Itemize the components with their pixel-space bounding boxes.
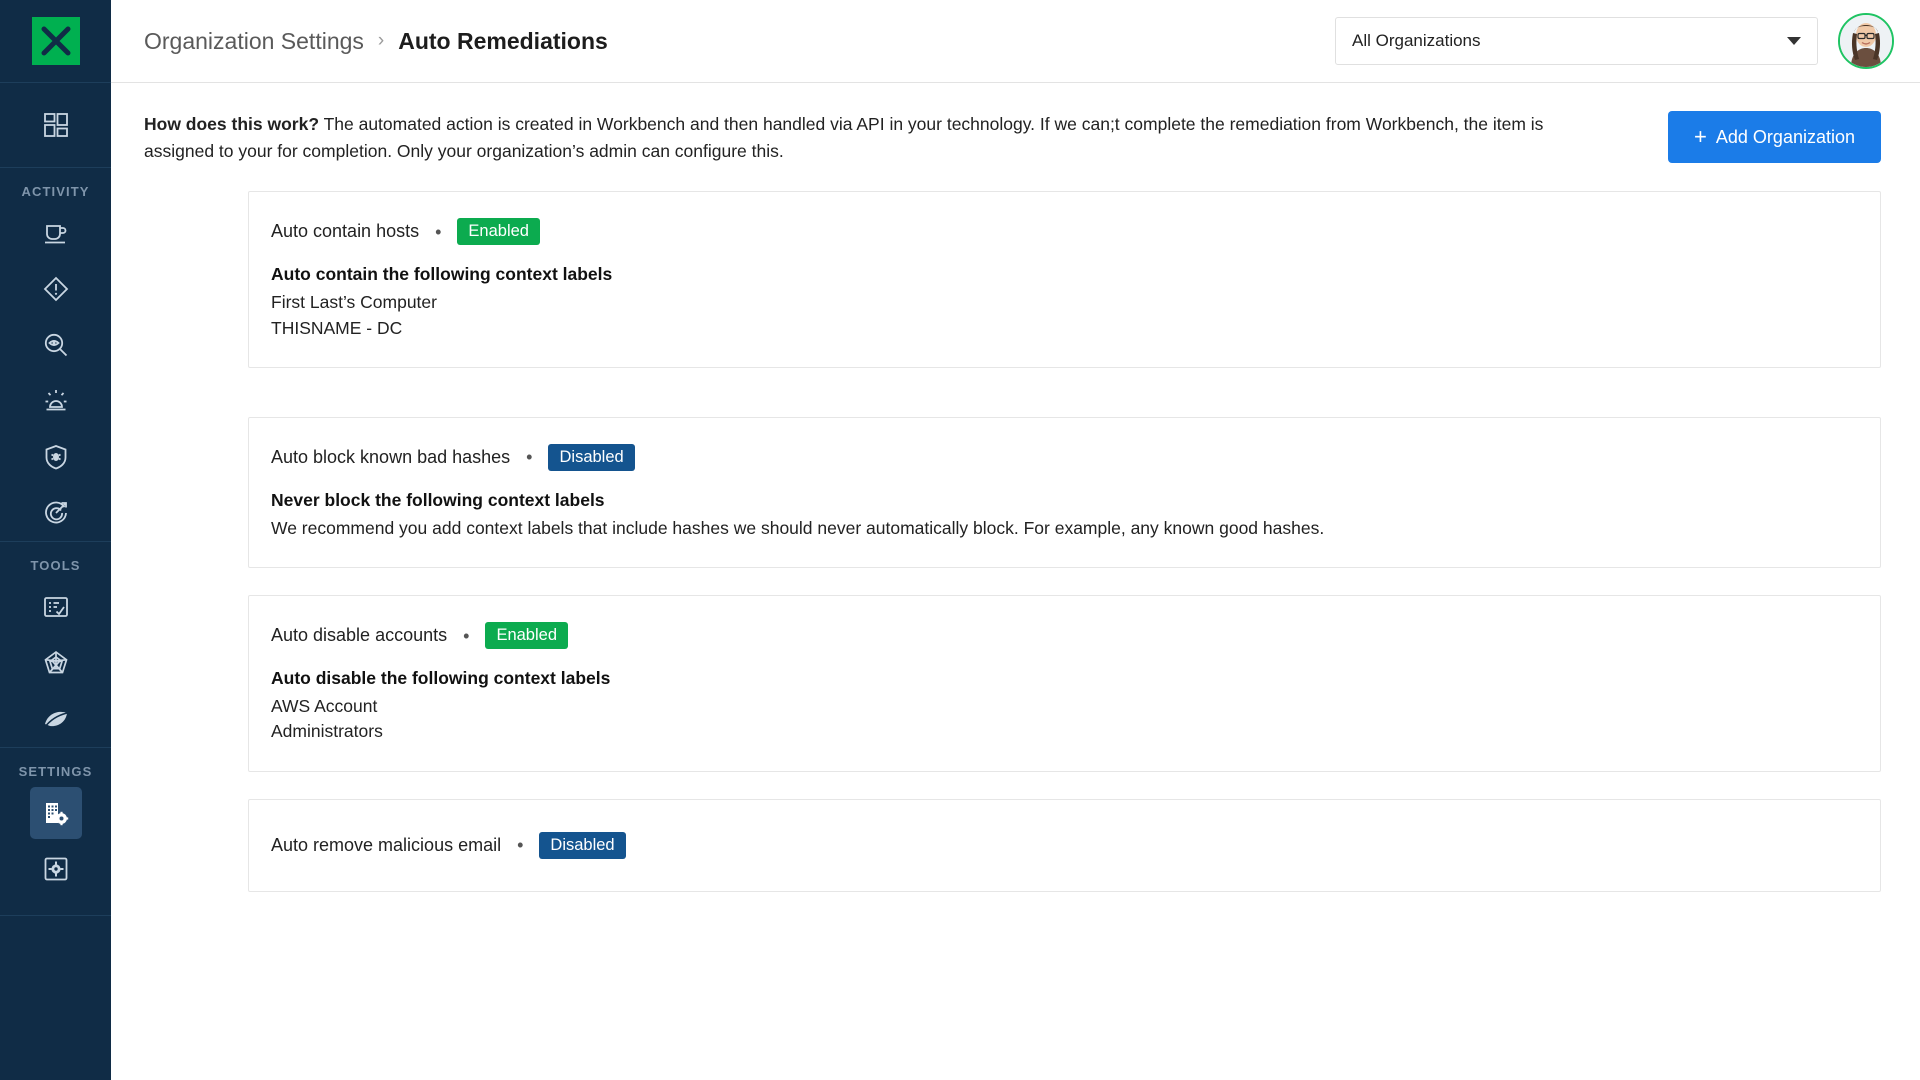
intro-row: How does this work? The automated action… — [111, 83, 1881, 165]
sidebar-item-alerts[interactable] — [30, 263, 82, 315]
card-body: Auto contain the following context label… — [271, 264, 1880, 340]
card-body-description: We recommend you add context labels that… — [271, 517, 1325, 538]
siren-icon — [42, 387, 70, 415]
sidebar-item-attack-surface[interactable] — [30, 637, 82, 689]
context-label-item: First Last’s Computer — [271, 292, 437, 313]
card-title: Auto disable accounts — [271, 625, 448, 646]
user-avatar[interactable] — [1838, 13, 1894, 69]
context-label-item: AWS Account — [271, 696, 378, 717]
card-header: Auto remove malicious email • Disabled — [271, 831, 1880, 859]
sidebar-section-label-settings: SETTINGS — [18, 764, 93, 779]
sidebar-item-malware[interactable] — [30, 431, 82, 483]
add-organization-label: Add Organization — [1715, 126, 1855, 147]
card-body-title: Never block the following context labels — [271, 489, 605, 510]
organization-selector-value: All Organizations — [1352, 31, 1481, 50]
page-title: Auto Remediations — [398, 27, 608, 54]
card-title: Auto contain hosts — [271, 221, 420, 242]
card-body-title: Auto disable the following context label… — [271, 668, 611, 689]
card-header: Auto contain hosts • Enabled — [271, 218, 1880, 246]
x-logo-icon — [31, 17, 80, 65]
sidebar-item-checklist[interactable] — [30, 581, 82, 633]
separator-dot-icon: • — [517, 835, 524, 856]
sidebar-section-label-activity: ACTIVITY — [21, 184, 90, 199]
chevron-down-icon — [1787, 37, 1801, 45]
sidebar-item-organization-settings[interactable] — [29, 787, 82, 839]
intro-lead: How does this work? — [144, 114, 320, 134]
remediation-cards: Auto contain hosts • Enabled Auto contai… — [248, 191, 1881, 892]
card-body-title: Auto contain the following context label… — [271, 264, 613, 285]
breadcrumb: Organization Settings › Auto Remediation… — [144, 28, 608, 55]
sidebar-divider — [0, 915, 111, 916]
separator-dot-icon: • — [463, 625, 470, 646]
status-badge: Disabled — [539, 831, 626, 859]
sidebar-item-threat-hunting[interactable] — [30, 319, 82, 371]
target-arrow-icon — [42, 499, 70, 527]
intro-body: The automated action is created in Workb… — [144, 114, 1544, 162]
topbar-right: All Organizations — [1335, 13, 1894, 69]
app-root: ACTIVITY TOOLS SETTINGS Organization Set… — [0, 0, 1920, 1080]
sidebar-item-workbench[interactable] — [30, 207, 82, 259]
main-area: Organization Settings › Auto Remediation… — [111, 0, 1920, 1080]
search-eye-icon — [42, 331, 70, 359]
sidebar-item-incidents[interactable] — [30, 375, 82, 427]
card-body: Never block the following context labels… — [271, 490, 1880, 541]
sidebar-section-tools: TOOLS — [0, 542, 111, 747]
sidebar-item-leaf[interactable] — [30, 693, 82, 745]
sidebar-item-general-settings[interactable] — [30, 843, 82, 895]
remediation-card-auto-block-known-bad-hashes[interactable]: Auto block known bad hashes • Disabled N… — [248, 416, 1881, 569]
remediation-card-auto-disable-accounts[interactable]: Auto disable accounts • Enabled Auto dis… — [248, 595, 1881, 772]
card-title: Auto remove malicious email — [271, 834, 502, 855]
sidebar-section-activity: ACTIVITY — [0, 168, 111, 541]
card-title: Auto block known bad hashes — [271, 446, 511, 467]
remediation-card-auto-contain-hosts[interactable]: Auto contain hosts • Enabled Auto contai… — [248, 191, 1881, 368]
breadcrumb-organization-settings[interactable]: Organization Settings — [144, 28, 364, 55]
status-badge: Enabled — [457, 218, 540, 246]
sidebar-section-settings: SETTINGS — [0, 748, 111, 897]
checklist-icon — [42, 593, 70, 621]
status-badge: Enabled — [485, 622, 568, 650]
app-logo[interactable] — [0, 0, 111, 83]
gear-square-icon — [42, 855, 70, 883]
sidebar-item-dashboard[interactable] — [30, 99, 82, 151]
building-gear-icon — [42, 799, 70, 827]
how-does-this-work-text: How does this work? The automated action… — [144, 111, 1574, 165]
context-label-item: THISNAME - DC — [271, 317, 403, 338]
card-body: Auto disable the following context label… — [271, 668, 1880, 744]
spider-web-icon — [42, 649, 70, 677]
topbar: Organization Settings › Auto Remediation… — [111, 0, 1920, 83]
card-header: Auto block known bad hashes • Disabled — [271, 443, 1880, 471]
add-organization-button[interactable]: + Add Organization — [1668, 111, 1881, 163]
remediation-card-auto-remove-malicious-email[interactable]: Auto remove malicious email • Disabled — [248, 798, 1881, 892]
organization-selector[interactable]: All Organizations — [1335, 17, 1818, 65]
shield-bug-icon — [42, 443, 70, 471]
sidebar-item-targets[interactable] — [30, 487, 82, 539]
content-area: How does this work? The automated action… — [111, 83, 1920, 1080]
sidebar: ACTIVITY TOOLS SETTINGS — [0, 0, 111, 1080]
separator-dot-icon: • — [526, 447, 533, 468]
sidebar-section-label-tools: TOOLS — [30, 558, 81, 573]
sidebar-dashboard-group — [0, 83, 111, 167]
card-header: Auto disable accounts • Enabled — [271, 622, 1880, 650]
status-badge: Disabled — [548, 443, 635, 471]
coffee-cup-icon — [42, 219, 70, 247]
breadcrumb-separator-icon: › — [377, 30, 385, 51]
separator-dot-icon: • — [435, 221, 442, 242]
context-label-item: Administrators — [271, 721, 383, 742]
diamond-alert-icon — [42, 275, 70, 303]
plus-icon: + — [1694, 124, 1707, 149]
leaf-icon — [42, 705, 70, 733]
dashboard-grid-icon — [42, 111, 70, 139]
